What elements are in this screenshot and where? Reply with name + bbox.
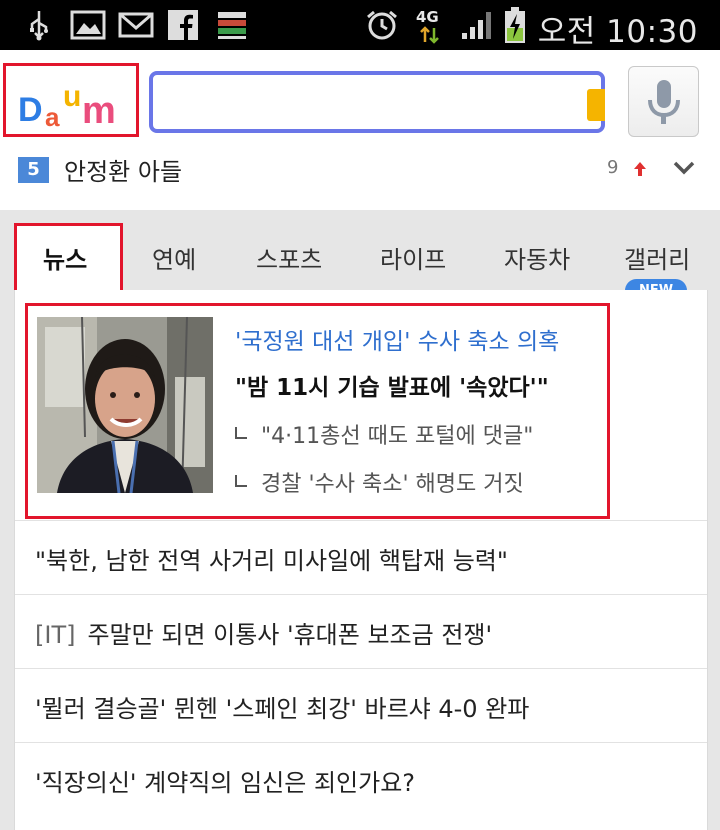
alarm-icon (367, 10, 397, 40)
news-row[interactable]: '뮐러 결승골' 뮌헨 '스페인 최강' 바르샤 4-0 완파 (15, 668, 707, 743)
news-row-category: [IT] (35, 621, 76, 649)
arrow-up-icon (634, 162, 646, 176)
network-type: 4G (416, 8, 439, 26)
battery-charging-icon (505, 7, 525, 43)
usb-icon (30, 11, 48, 41)
search-tag-icon (587, 89, 605, 121)
news-panel: '국정원 대선 개입' 수사 축소 의혹 "밤 11시 기습 발표에 '속았다'… (14, 290, 708, 830)
svg-text:D: D (18, 91, 43, 129)
tab-sports[interactable]: 스포츠 (256, 240, 322, 275)
gallery-icon (70, 10, 106, 40)
sub-item-marker-icon (235, 427, 247, 439)
signal-icon (462, 12, 491, 39)
tab-life[interactable]: 라이프 (380, 240, 446, 275)
network-4g-icon (420, 26, 439, 44)
headline-sub-item[interactable]: "4·11총선 때도 포털에 댓글" (235, 418, 533, 450)
news-row[interactable]: "북한, 남한 전역 사거리 미사일에 핵탑재 능력" (15, 520, 707, 595)
search-input[interactable] (161, 81, 585, 125)
tab-news[interactable]: 뉴스 (43, 240, 87, 275)
headline-sub-text: "4·11총선 때도 포털에 댓글" (261, 424, 534, 449)
svg-text:u: u (63, 80, 81, 113)
app-header: D a u m (0, 50, 720, 157)
news-row[interactable]: '직장의신' 계약직의 임신은 죄인가요? (15, 742, 707, 817)
microphone-icon (648, 80, 680, 124)
news-tabs: 뉴스 연예 스포츠 라이프 자동차 갤러리 NEW (0, 210, 720, 302)
headline-topic[interactable]: '국정원 대선 개입' 수사 축소 의혹 (235, 322, 559, 356)
trending-count: 9 (607, 157, 619, 178)
clock: 오전 10:30 (537, 14, 698, 50)
trending-rank: 5 (18, 157, 49, 183)
gmail-icon (118, 12, 154, 38)
status-bar: 4G 오전 10:30 (0, 0, 720, 50)
tab-auto[interactable]: 자동차 (504, 240, 570, 275)
svg-text:a: a (45, 102, 60, 132)
svg-text:m: m (82, 90, 116, 132)
voice-search-button[interactable] (628, 66, 699, 137)
facebook-icon (168, 10, 198, 41)
headline-title[interactable]: "밤 11시 기습 발표에 '속았다'" (235, 368, 549, 402)
chevron-down-icon[interactable] (672, 159, 696, 177)
trending-keyword-bar[interactable]: 5 안정환 아들 9 (0, 156, 720, 211)
headline-sub-text: 경찰 '수사 축소' 해명도 거짓 (261, 472, 524, 497)
news-row-title-wrap: [IT] 주말만 되면 이통사 '휴대폰 보조금 전쟁' (35, 615, 492, 650)
headline-thumbnail[interactable] (37, 317, 213, 493)
news-row-title: '직장의신' 계약직의 임신은 죄인가요? (35, 769, 416, 797)
sub-item-marker-icon (235, 475, 247, 487)
news-row-title: "북한, 남한 전역 사거리 미사일에 핵탑재 능력" (35, 547, 508, 575)
daum-logo[interactable]: D a u m (3, 63, 139, 137)
app-icon (218, 12, 246, 39)
news-row-title: '뮐러 결승골' 뮌헨 '스페인 최강' 바르샤 4-0 완파 (35, 695, 530, 723)
news-row-title: 주말만 되면 이통사 '휴대폰 보조금 전쟁' (87, 621, 493, 649)
headline-card[interactable]: '국정원 대선 개입' 수사 축소 의혹 "밤 11시 기습 발표에 '속았다'… (25, 303, 610, 519)
tab-entertainment[interactable]: 연예 (152, 240, 196, 275)
news-row[interactable]: [IT] 주말만 되면 이통사 '휴대폰 보조금 전쟁' (15, 594, 707, 669)
tab-gallery[interactable]: 갤러리 (624, 240, 690, 275)
daum-logo-icon: D a u m (18, 80, 116, 132)
trending-keyword[interactable]: 안정환 아들 (64, 152, 182, 187)
headline-sub-item[interactable]: 경찰 '수사 축소' 해명도 거짓 (235, 466, 524, 498)
search-box[interactable] (149, 71, 605, 133)
